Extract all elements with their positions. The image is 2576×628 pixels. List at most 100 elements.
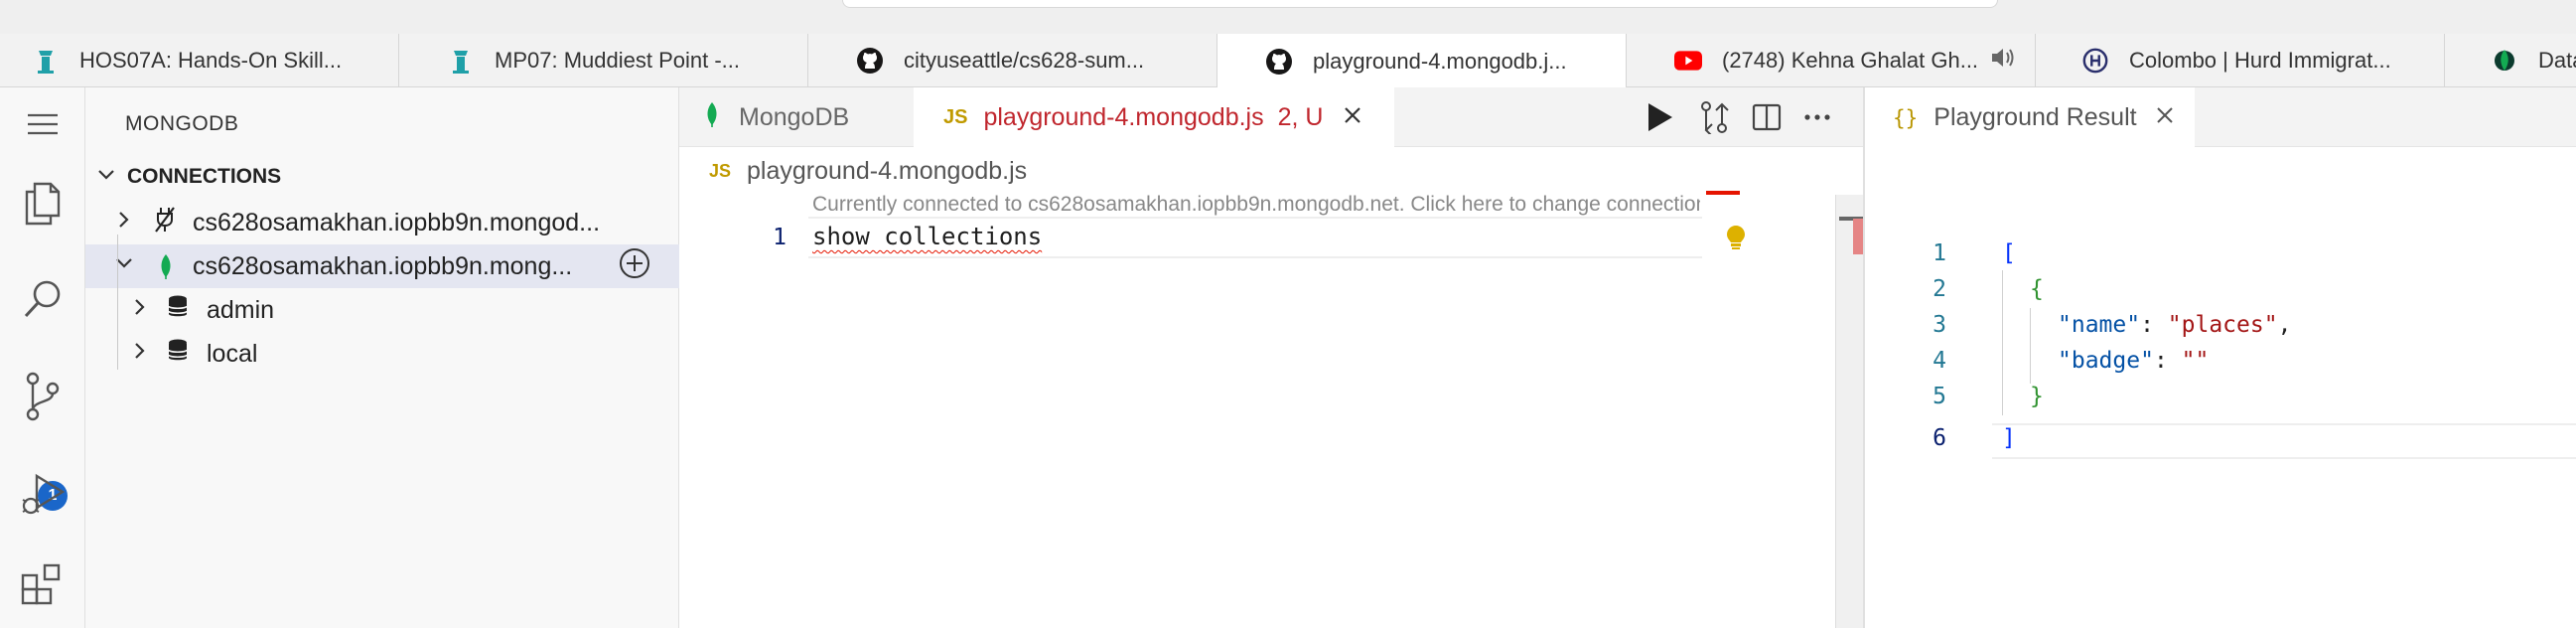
json-open-brace: { (2030, 276, 2044, 302)
json-key: "badge" (2058, 348, 2154, 374)
result-tab-label: Playground Result (1933, 103, 2137, 131)
editor-scrollbar[interactable] (1835, 195, 1863, 628)
speaker-icon[interactable] (1990, 47, 2016, 75)
connection-item-selected[interactable]: cs628osamakhan.iopbb9n.mong... (85, 244, 679, 288)
browser-tab-strip: HOS07A: Hands-On Skill... MP07: Muddiest… (0, 34, 2576, 88)
line-number: 2 (1932, 276, 1946, 302)
breadcrumb-file: playground-4.mongodb.js (747, 156, 1028, 185)
editor-tab-bar: MongoDB JS playground-4.mongodb.js 2, U (679, 87, 1863, 148)
run-playground-icon[interactable] (1645, 99, 1674, 135)
canvas-lighthouse-icon (32, 47, 60, 75)
source-control-icon[interactable] (14, 368, 72, 425)
js-file-icon: JS (943, 106, 968, 128)
chevron-right-icon (129, 340, 151, 369)
menu-icon[interactable] (14, 95, 72, 153)
mongodb-sidebar: MONGODB CONNECTIONS cs628osamakhan.iopbb… (85, 87, 679, 628)
current-line-highlight (1992, 423, 2576, 459)
mongodb-leaf-icon (705, 101, 719, 134)
json-close-bracket: ] (2002, 425, 2016, 451)
browser-toolbar (0, 0, 2576, 34)
code-line[interactable]: show collections (812, 223, 1042, 250)
overview-ruler-error (1706, 191, 1740, 195)
database-label: local (207, 339, 258, 368)
line-number: 1 (1932, 240, 1946, 266)
close-icon[interactable] (2155, 103, 2175, 132)
browser-tab-colombo[interactable]: Colombo | Hurd Immigrat... (2036, 34, 2445, 87)
browser-tab-title: playground-4.mongodb.j... (1313, 48, 1567, 74)
run-debug-icon[interactable] (14, 465, 72, 523)
js-file-icon: JS (709, 160, 732, 181)
search-icon[interactable] (14, 270, 72, 328)
database-item-local[interactable]: local (85, 332, 679, 376)
database-item-admin[interactable]: admin (85, 288, 679, 332)
canvas-lighthouse-icon (447, 47, 475, 75)
line-number: 4 (1932, 348, 1946, 374)
youtube-icon (1674, 47, 1702, 75)
json-property-name: "name": "places", (2058, 312, 2292, 338)
json-key: "name" (2058, 312, 2141, 338)
chevron-down-icon (95, 164, 117, 191)
json-property-badge: "badge": "" (2058, 348, 2210, 374)
json-braces-icon: {} (1893, 105, 1919, 130)
editor-tab-mongodb[interactable]: MongoDB (679, 87, 914, 147)
scrollbar-error-marker (1853, 219, 1863, 254)
connection-label: cs628osamakhan.iopbb9n.mong... (193, 251, 573, 280)
line-number: 3 (1932, 312, 1946, 338)
add-database-icon[interactable] (618, 246, 651, 287)
tab-status: 2, U (1277, 103, 1324, 131)
mongodb-leaf-icon (153, 253, 179, 279)
hurd-logo-icon (2081, 47, 2109, 75)
disconnected-plug-icon (153, 206, 179, 240)
browser-tab-title: HOS07A: Hands-On Skill... (79, 48, 343, 73)
connection-codelens[interactable]: Currently connected to cs628osamakhan.io… (812, 193, 1700, 217)
indent-guide (2002, 270, 2003, 415)
lightbulb-icon[interactable] (1726, 225, 1746, 255)
address-bar[interactable] (842, 0, 1998, 8)
github-icon (856, 47, 884, 75)
connection-label: cs628osamakhan.iopbb9n.mongod... (193, 208, 601, 236)
compare-changes-icon[interactable] (1698, 99, 1730, 135)
browser-tab-hos07a[interactable]: HOS07A: Hands-On Skill... (0, 34, 399, 87)
browser-tab-mp07[interactable]: MP07: Muddiest Point -... (399, 34, 808, 87)
browser-tab-github-repo[interactable]: cityuseattle/cs628-sum... (808, 34, 1217, 87)
playground-result-panel: {} Playground Result 1 2 3 4 5 6 [ { "na… (1863, 87, 2576, 628)
line-number: 5 (1932, 384, 1946, 409)
more-actions-icon[interactable] (1803, 99, 1831, 135)
json-open-bracket: [ (2002, 240, 2016, 266)
sidebar-title: MONGODB (125, 112, 239, 135)
database-icon (167, 294, 193, 327)
split-editor-icon[interactable] (1752, 99, 1782, 135)
browser-tab-title: MP07: Muddiest Point -... (495, 48, 740, 73)
connections-section-header[interactable]: CONNECTIONS (85, 160, 679, 194)
database-label: admin (207, 295, 275, 324)
indent-guide (2030, 308, 2031, 384)
json-value: "places" (2167, 312, 2278, 338)
browser-tab-title: (2748) Kehna Ghalat Gh... (1722, 48, 1979, 73)
explorer-icon[interactable] (14, 175, 72, 233)
extensions-icon[interactable] (14, 554, 72, 612)
breadcrumb[interactable]: JS playground-4.mongodb.js (709, 153, 1027, 189)
chevron-right-icon (129, 296, 151, 325)
editor-tab-playground[interactable]: JS playground-4.mongodb.js 2, U (914, 87, 1394, 148)
tab-label: playground-4.mongodb.js (983, 103, 1264, 131)
tab-label: MongoDB (739, 102, 850, 131)
editor-group: MongoDB JS playground-4.mongodb.js 2, U … (679, 87, 1863, 628)
connection-item[interactable]: cs628osamakhan.iopbb9n.mongod... (85, 201, 679, 244)
browser-tab-youtube[interactable]: (2748) Kehna Ghalat Gh... (1627, 34, 2036, 87)
result-tab-bar: {} Playground Result (1865, 87, 2576, 148)
mongodb-leaf-icon (2491, 47, 2518, 75)
json-close-brace: } (2030, 384, 2044, 409)
result-tab[interactable]: {} Playground Result (1865, 87, 2195, 148)
browser-tab-title: cityuseattle/cs628-sum... (904, 48, 1145, 73)
close-icon[interactable] (1343, 103, 1362, 132)
json-value: "" (2181, 348, 2210, 374)
activity-bar: 1 (0, 87, 85, 628)
browser-tab-title: Colombo | Hurd Immigrat... (2129, 48, 2391, 73)
github-icon (1265, 48, 1293, 76)
line-number: 1 (773, 225, 787, 250)
browser-tab-data[interactable]: Data (2445, 34, 2576, 87)
browser-tab-title: Data (2538, 48, 2576, 73)
section-label: CONNECTIONS (127, 165, 282, 188)
line-number: 6 (1932, 425, 1946, 451)
browser-tab-playground[interactable]: playground-4.mongodb.j... (1217, 34, 1627, 88)
